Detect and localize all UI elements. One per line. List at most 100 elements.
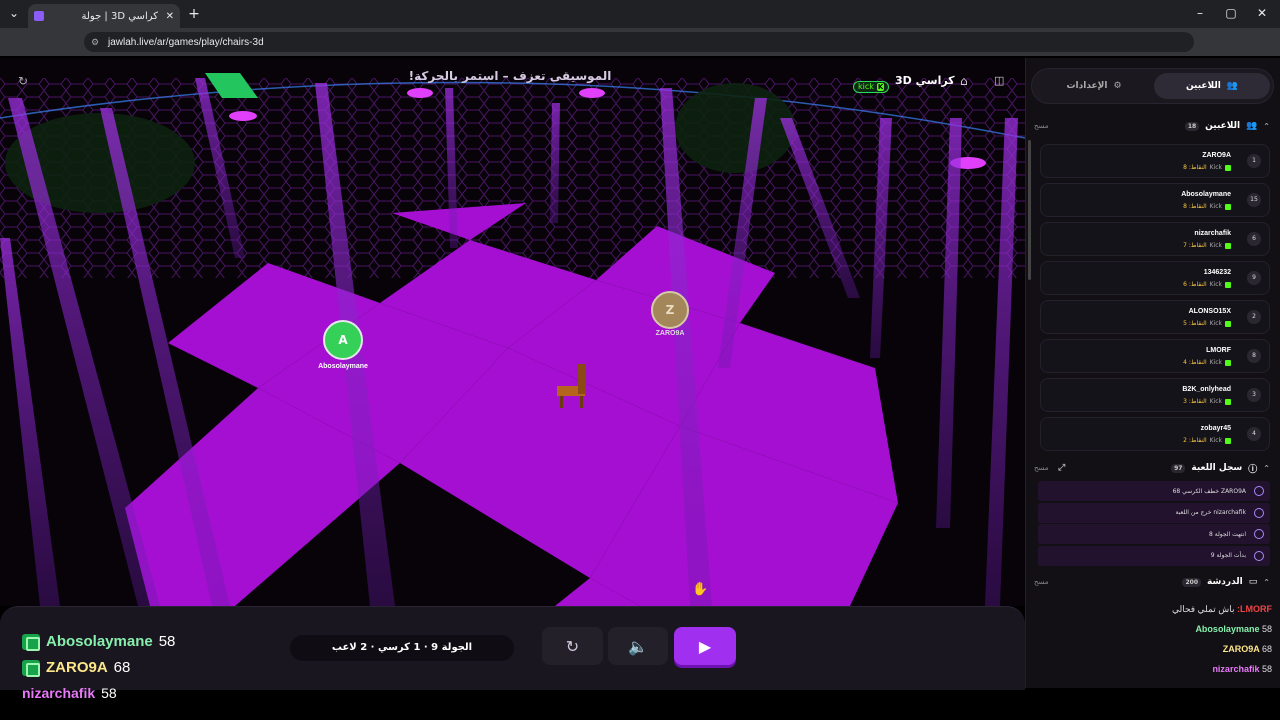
player-card[interactable]: 8 LMORF Kick النقاط: 4 [1040, 339, 1270, 373]
player-meta: Kick النقاط: 4 [1183, 359, 1231, 366]
close-tab-icon[interactable]: ✕ [166, 11, 174, 22]
log-count-badge: 97 [1171, 463, 1186, 473]
sound-button[interactable]: 🔈 [608, 627, 668, 665]
player-rank: 15 [1247, 193, 1261, 207]
site-info-icon[interactable]: ⚙ [91, 37, 99, 48]
music-banner: الموسيقى تعزف – استمر بالحركة! [408, 69, 612, 83]
leaderboard-name: ZARO9A [46, 659, 108, 676]
leaderboard-row: nizarchafik 58 [22, 685, 117, 701]
chat-message: Abosolaymane 58 [1034, 624, 1272, 634]
player-meta: Kick النقاط: 7 [1183, 242, 1231, 249]
leaderboard-row: Abosolaymane 58 [22, 633, 175, 651]
player-card[interactable]: 3 B2K_onlyhead Kick النقاط: 3 [1040, 378, 1270, 412]
favicon-icon [34, 11, 44, 21]
player-points: النقاط: 4 [1183, 359, 1207, 366]
player-card[interactable]: 1 ZARO9A Kick النقاط: 8 [1040, 144, 1270, 178]
home-icon[interactable]: ⌂ [960, 74, 968, 88]
log-entry: ZARO9A خطف الكرسي 68 [1038, 481, 1270, 501]
close-window-button[interactable]: ✕ [1250, 6, 1274, 20]
users-icon: 👥 [1246, 121, 1258, 131]
kick-icon [22, 633, 40, 651]
log-entry: بدأت الجولة 9 [1038, 545, 1270, 566]
browser-tab-strip: ⌄ ✕ كراسي 3D | جولة + – ▢ ✕ [0, 0, 1280, 28]
player-name: Abosolaymane [1181, 191, 1231, 198]
log-section-title: سجل اللعبة [1191, 463, 1243, 473]
info-icon [1254, 507, 1264, 518]
leaderboard-score: 58 [101, 685, 117, 701]
log-section-header[interactable]: ⌃ ⓘ سجل اللعبة 97 مسح ⤢ [1034, 460, 1270, 476]
info-icon: ⓘ [1248, 464, 1258, 475]
kick-icon [1225, 359, 1231, 366]
log-entry: انتهت الجولة 8 [1038, 524, 1270, 544]
sidebar-toggle-icon[interactable]: ◫ [994, 74, 1004, 87]
game-title: كراسي 3D [895, 74, 955, 87]
player-card[interactable]: 4 zobayr45 Kick النقاط: 2 [1040, 417, 1270, 451]
minimize-button[interactable]: – [1188, 6, 1212, 20]
player-name: nizarchafik [1194, 230, 1231, 237]
refresh-icon[interactable]: ↻ [18, 74, 28, 88]
url-text: jawlah.live/ar/games/play/chairs-3d [108, 36, 264, 48]
player-name: B2K_onlyhead [1182, 386, 1231, 393]
chat-icon: ▭ [1248, 577, 1258, 587]
chevron-up-icon[interactable]: ⌃ [1263, 578, 1270, 587]
chat-text: 58 [1261, 624, 1272, 634]
log-text: nizarchafik خرج من اللعبة [1175, 509, 1246, 516]
kick-icon [1225, 164, 1231, 171]
player-meta: Kick النقاط: 5 [1183, 320, 1231, 327]
chat-user: ZARO9A [1222, 644, 1260, 654]
player-card[interactable]: 15 Abosolaymane Kick النقاط: 8 [1040, 183, 1270, 217]
browser-tab[interactable]: ✕ كراسي 3D | جولة [28, 4, 180, 28]
users-icon: 👥 [1226, 81, 1239, 91]
kick-label: Kick [1209, 359, 1222, 366]
player-points: النقاط: 8 [1183, 203, 1207, 210]
player-meta: Kick النقاط: 8 [1183, 164, 1231, 171]
tab-search-icon[interactable]: ⌄ [2, 6, 26, 20]
cursor-hand-icon: ✋ [692, 582, 709, 597]
log-text: ZARO9A خطف الكرسي 68 [1172, 487, 1246, 495]
player-points: النقاط: 5 [1183, 320, 1207, 327]
leaderboard-name: nizarchafik [22, 685, 96, 701]
player-card[interactable]: 2 ALONSO15X Kick النقاط: 5 [1040, 300, 1270, 334]
player-rank: 3 [1247, 388, 1261, 402]
play-button[interactable]: ▶ [674, 627, 736, 665]
sidebar-scrollbar[interactable] [1028, 140, 1031, 280]
maximize-button[interactable]: ▢ [1219, 6, 1243, 20]
expand-icon[interactable]: ⤢ [1058, 463, 1065, 473]
game-canvas[interactable] [0, 58, 1025, 606]
chat-section-header[interactable]: ⌃ ▭ الدردشة 200 مسح [1034, 574, 1270, 590]
kick-badge: kick K [853, 74, 890, 93]
clear-players-button[interactable]: مسح [1034, 122, 1049, 130]
new-tab-button[interactable]: + [182, 6, 206, 22]
player-meta: Kick النقاط: 2 [1183, 437, 1231, 444]
player-name: ALONSO15X [1188, 308, 1231, 315]
player-name: ZARO9A [1202, 152, 1231, 159]
restart-button[interactable]: ↻ [542, 627, 603, 665]
chat-message: ZARO9A 68 [1034, 644, 1272, 654]
chat-message: nizarchafik 58 [1034, 664, 1272, 674]
player-card[interactable]: 6 nizarchafik Kick النقاط: 7 [1040, 222, 1270, 256]
round-status: الجولة 9 · 1 كرسي · 2 لاعب [290, 635, 514, 661]
chat-count-badge: 200 [1182, 577, 1201, 587]
tab-title: كراسي 3D | جولة [81, 10, 159, 22]
kick-icon [1225, 242, 1231, 249]
players-section-title: اللاعبين [1205, 121, 1241, 131]
chevron-up-icon[interactable]: ⌃ [1263, 464, 1270, 473]
chat-section-title: الدردشة [1207, 577, 1243, 587]
speaker-icon: 🔈 [628, 636, 648, 656]
tab-settings[interactable]: ⚙ الإعدادات [1036, 73, 1152, 99]
clear-chat-button[interactable]: مسح [1034, 578, 1049, 586]
player-rank: 4 [1247, 427, 1261, 441]
player-card[interactable]: 9 1346232 Kick النقاط: 6 [1040, 261, 1270, 295]
player-meta: Kick النقاط: 3 [1183, 398, 1231, 405]
log-text: بدأت الجولة 9 [1210, 552, 1246, 559]
tab-players-label: اللاعبين [1185, 81, 1221, 91]
clear-log-button[interactable]: مسح [1034, 464, 1049, 472]
chevron-up-icon[interactable]: ⌃ [1263, 122, 1270, 131]
kick-label: Kick [1209, 164, 1222, 171]
player-points: النقاط: 2 [1183, 437, 1207, 444]
kick-label: kick [858, 82, 874, 91]
tab-players[interactable]: 👥 اللاعبين [1154, 73, 1270, 99]
players-section-header[interactable]: ⌃ 👥 اللاعبين 18 مسح [1034, 118, 1270, 134]
restart-icon: ↻ [565, 636, 580, 656]
address-bar[interactable]: ⚙ jawlah.live/ar/games/play/chairs-3d [84, 32, 1194, 52]
